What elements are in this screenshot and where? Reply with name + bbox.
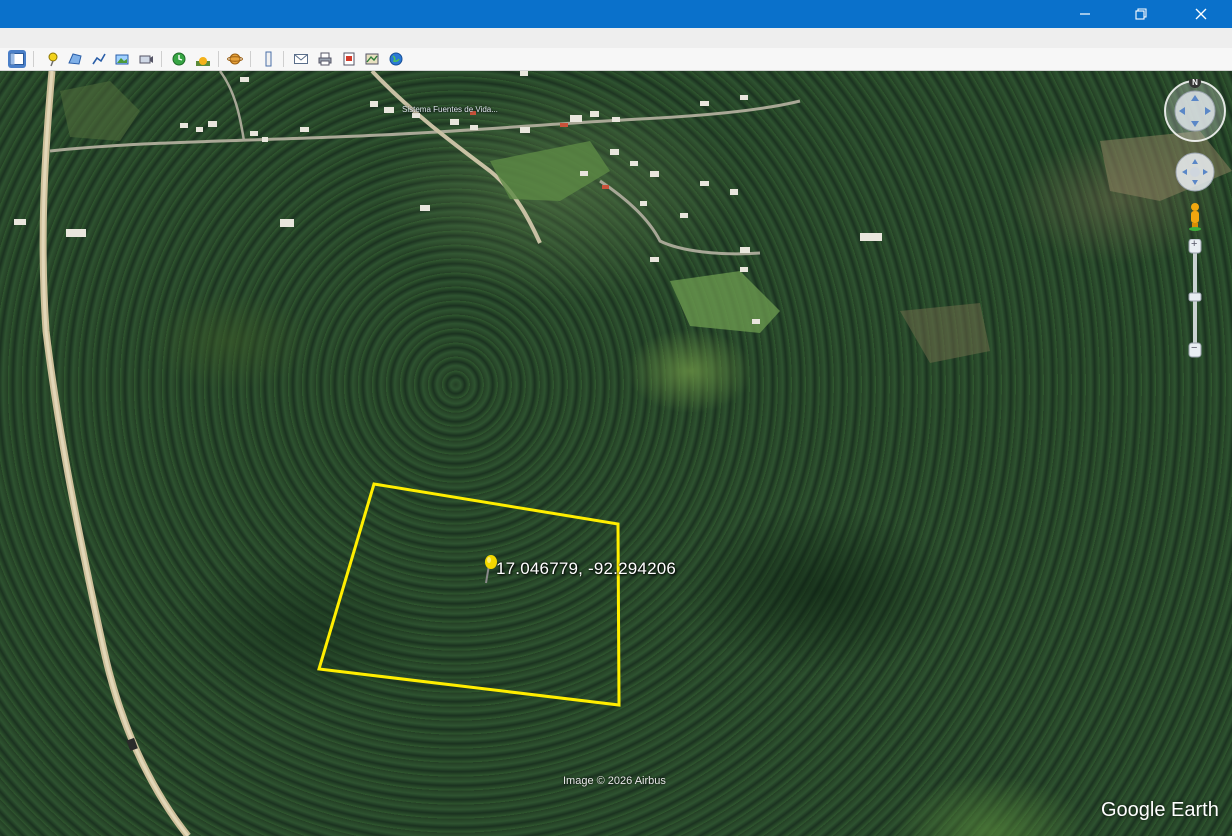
sidebar-toggle-button[interactable] (8, 50, 26, 68)
title-bar (0, 0, 1232, 28)
add-path-icon (92, 53, 106, 65)
record-tour-icon (139, 55, 153, 64)
compass-control[interactable]: N (1163, 79, 1227, 143)
minimize-button[interactable] (1062, 0, 1108, 28)
add-path-button[interactable] (90, 50, 108, 68)
toolbar (0, 48, 1232, 71)
restore-button[interactable] (1118, 0, 1164, 28)
save-image-button[interactable] (340, 50, 358, 68)
map-view[interactable]: 17.046779, -92.294206 Sistema Fuentes de… (0, 71, 1232, 836)
ruler-icon (265, 51, 272, 67)
zoom-in-label: + (1191, 238, 1198, 250)
historical-imagery-button[interactable] (170, 50, 188, 68)
add-image-overlay-button[interactable] (113, 50, 131, 68)
sidebar-toggle-icon (10, 53, 24, 65)
street-view-pegman-icon[interactable] (1186, 201, 1204, 231)
close-icon (1195, 8, 1207, 20)
add-polygon-icon (68, 53, 82, 65)
minimize-icon (1080, 13, 1090, 15)
zoom-out-label: − (1191, 342, 1198, 354)
compass-north-letter: N (1192, 79, 1198, 87)
menu-bar (0, 28, 1232, 49)
earth-gallery-icon (389, 52, 403, 66)
toolbar-separator (283, 51, 284, 67)
field-clearing (670, 271, 780, 333)
email-icon (294, 54, 308, 64)
switch-to-sky-icon (227, 53, 243, 65)
imagery-credit: Image © 2026 Airbus (563, 775, 666, 787)
view-in-maps-button[interactable] (363, 50, 381, 68)
field-clearing (490, 141, 610, 201)
look-joystick[interactable] (1174, 151, 1216, 193)
sunlight-icon (196, 57, 210, 66)
placemark-label[interactable]: 17.046779, -92.294206 (496, 559, 676, 579)
zoom-thumb[interactable] (1188, 292, 1202, 302)
toolbar-separator (250, 51, 251, 67)
email-button[interactable] (292, 50, 310, 68)
toolbar-separator (218, 51, 219, 67)
zoom-slider[interactable]: + − (1186, 238, 1204, 361)
add-placemark-icon (48, 52, 58, 67)
close-button[interactable] (1178, 0, 1224, 28)
dirt-road-center (41, 71, 190, 836)
google-earth-logo: Google Earth (1101, 799, 1219, 821)
toolbar-separator (161, 51, 162, 67)
print-icon (318, 52, 332, 66)
distant-place-label[interactable]: Sistema Fuentes de Vida... (402, 105, 498, 114)
view-in-maps-icon (365, 53, 379, 65)
record-tour-button[interactable] (137, 50, 155, 68)
field-clearing (900, 303, 990, 363)
terrain-overlay (14, 71, 1232, 836)
toolbar-separator (33, 51, 34, 67)
print-button[interactable] (316, 50, 334, 68)
ruler-button[interactable] (259, 50, 277, 68)
parcel-boundary-polygon[interactable] (317, 482, 621, 707)
save-image-icon (343, 52, 355, 66)
hand-icon (1190, 167, 1200, 177)
add-polygon-button[interactable] (66, 50, 84, 68)
historical-imagery-icon (172, 52, 186, 66)
field-clearing (60, 81, 140, 141)
add-placemark-button[interactable] (44, 50, 62, 68)
earth-gallery-button[interactable] (387, 50, 405, 68)
restore-icon (1135, 8, 1147, 20)
sunlight-button[interactable] (194, 50, 212, 68)
add-image-overlay-icon (115, 54, 129, 65)
switch-to-sky-button[interactable] (226, 50, 244, 68)
